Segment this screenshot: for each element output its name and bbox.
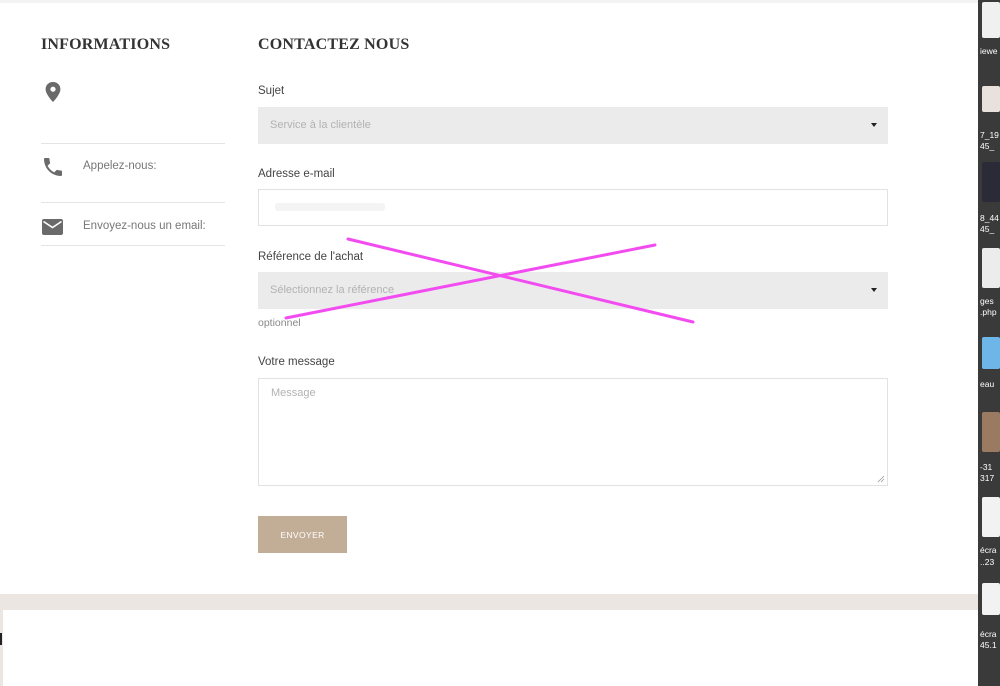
- desktop-file-thumbnail[interactable]: [982, 162, 1000, 202]
- caret-down-icon: [871, 123, 877, 127]
- desktop-file-thumbnail[interactable]: [982, 583, 1000, 615]
- info-row-phone: Appelez-nous:: [41, 155, 231, 179]
- desktop-file-label: écra: [980, 545, 997, 555]
- footer-edge-mark: [0, 633, 2, 645]
- info-divider: [41, 143, 225, 144]
- desktop-file-label: 45_: [980, 141, 995, 151]
- desktop-strip: iewe 7_19 45_ 8_44 45_ ges .php eau -31 …: [978, 0, 1000, 686]
- info-divider: [41, 245, 225, 246]
- subject-label: Sujet: [258, 85, 285, 97]
- caret-down-icon: [871, 288, 877, 292]
- envelope-icon: [42, 219, 63, 235]
- message-label: Votre message: [258, 356, 335, 368]
- info-row-email: Envoyez-nous un email:: [41, 215, 231, 239]
- email-field[interactable]: [258, 189, 888, 226]
- desktop-file-label: .php: [980, 307, 997, 317]
- desktop-file-label: iewe: [980, 46, 998, 56]
- footer-card: [3, 610, 978, 686]
- desktop-file-thumbnail[interactable]: [982, 248, 1000, 288]
- desktop-file-label: 45.1: [980, 640, 997, 650]
- message-placeholder: Message: [271, 387, 316, 399]
- desktop-file-thumbnail[interactable]: [982, 86, 1000, 112]
- desktop-file-label: ges: [980, 296, 994, 306]
- informations-title: INFORMATIONS: [41, 36, 171, 53]
- desktop-file-label: eau: [980, 379, 995, 389]
- desktop-file-label: -31: [980, 462, 993, 472]
- message-textarea[interactable]: Message: [258, 378, 888, 486]
- order-reference-select[interactable]: Sélectionnez la référence: [258, 272, 888, 309]
- page-top-edge: [0, 0, 978, 3]
- phone-icon: [44, 158, 62, 176]
- desktop-folder-icon[interactable]: [982, 337, 1000, 369]
- desktop-file-label: 317: [980, 473, 995, 483]
- subject-select[interactable]: Service à la clientèle: [258, 107, 888, 144]
- order-reference-hint: optionnel: [258, 317, 301, 329]
- annotation-cross-mark: [284, 237, 695, 324]
- order-reference-selected-value: Sélectionnez la référence: [270, 284, 395, 296]
- desktop-file-label: ..23: [980, 557, 995, 567]
- subject-selected-value: Service à la clientèle: [270, 119, 371, 131]
- email-label: Envoyez-nous un email:: [83, 220, 206, 232]
- desktop-file-thumbnail[interactable]: [982, 497, 1000, 537]
- map-pin-icon: [45, 82, 61, 102]
- desktop-file-label: écra: [980, 629, 997, 639]
- resize-grip-icon[interactable]: [877, 475, 885, 483]
- order-reference-label: Référence de l'achat: [258, 251, 364, 263]
- contact-title: CONTACTEZ NOUS: [258, 36, 410, 53]
- email-field-label: Adresse e-mail: [258, 168, 335, 180]
- send-button[interactable]: ENVOYER: [258, 516, 347, 553]
- desktop-file-thumbnail[interactable]: [982, 412, 1000, 452]
- desktop-file-label: 45_: [980, 224, 995, 234]
- blurred-email-text: [275, 203, 385, 211]
- desktop-file-thumbnail[interactable]: [982, 2, 1000, 38]
- desktop-file-label: 8_44: [980, 213, 999, 223]
- info-divider: [41, 202, 225, 203]
- browser-page: INFORMATIONS Appelez-nous: Envoyez-nous …: [0, 0, 978, 686]
- desktop-file-label: 7_19: [980, 130, 999, 140]
- phone-label: Appelez-nous:: [83, 160, 157, 172]
